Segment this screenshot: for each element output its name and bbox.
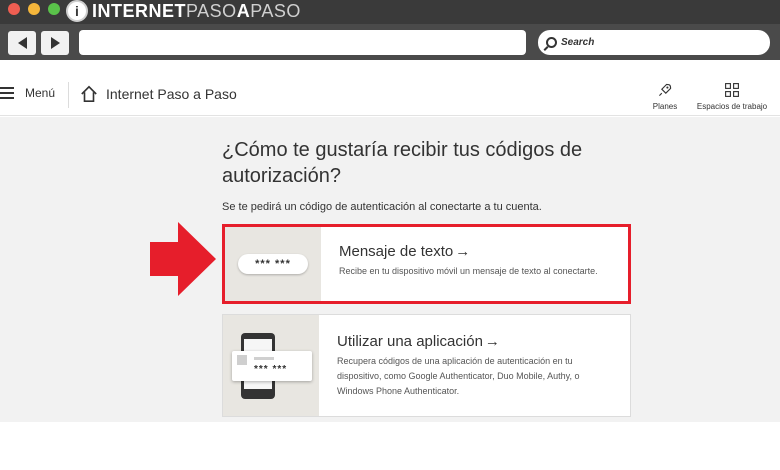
search-icon	[546, 37, 557, 48]
arrow-right-icon	[50, 37, 60, 49]
rocket-icon	[659, 83, 672, 96]
arrow-right-icon: →	[455, 243, 471, 260]
close-window-button[interactable]	[8, 3, 20, 15]
back-button[interactable]	[8, 31, 36, 55]
arrow-left-icon	[17, 37, 27, 49]
logo-text: INTERNETPASOAPASO	[92, 0, 301, 21]
option-body: Utilizar una aplicación → Recupera código…	[337, 333, 618, 399]
app-header: Menú Internet Paso a Paso Planes Espacio…	[0, 60, 780, 116]
option-text-message[interactable]: *** *** Mensaje de texto → Recibe en tu d…	[222, 224, 631, 304]
logo-icon: i	[66, 0, 88, 22]
sms-illustration: *** ***	[225, 227, 321, 301]
watermark-logo: i INTERNETPASOAPASO	[66, 0, 301, 22]
menu-button[interactable]: Menú	[0, 86, 55, 100]
red-pointer-arrow-icon	[150, 222, 216, 296]
option-title: Mensaje de texto →	[339, 243, 471, 260]
maximize-window-button[interactable]	[48, 3, 60, 15]
page-bottom	[0, 422, 780, 470]
home-link[interactable]: Internet Paso a Paso	[80, 85, 237, 103]
option-authenticator-app[interactable]: *** *** Utilizar una aplicación → Recuper…	[222, 314, 631, 417]
code-card-text: *** ***	[254, 364, 288, 375]
address-bar[interactable]	[79, 30, 526, 55]
browser-search-input[interactable]: Search	[538, 30, 770, 55]
hamburger-icon	[0, 87, 14, 99]
option-description: Recibe en tu dispositivo móvil un mensaj…	[339, 266, 598, 276]
arrow-right-icon: →	[484, 333, 500, 350]
code-bubble: *** ***	[238, 254, 308, 274]
grid-icon	[725, 83, 739, 97]
page-subtitle: Se te pedirá un código de autenticación …	[222, 201, 542, 213]
site-name: Internet Paso a Paso	[106, 86, 237, 102]
menu-label: Menú	[25, 86, 56, 100]
code-card: *** ***	[232, 351, 312, 381]
page-title: ¿Cómo te gustaría recibir tus códigos de…	[222, 139, 583, 187]
option-body: Mensaje de texto → Recibe en tu dispositi…	[339, 243, 616, 279]
app-illustration: *** ***	[223, 315, 319, 416]
workspaces-label: Espacios de trabajo	[696, 102, 768, 111]
option-description: Recupera códigos de una aplicación de au…	[337, 356, 580, 396]
search-placeholder: Search	[561, 37, 595, 48]
workspaces-button[interactable]: Espacios de trabajo	[694, 82, 770, 111]
forward-button[interactable]	[41, 31, 69, 55]
main-content: ¿Cómo te gustaría recibir tus códigos de…	[0, 117, 780, 422]
plans-label: Planes	[652, 102, 678, 111]
minimize-window-button[interactable]	[28, 3, 40, 15]
plans-button[interactable]: Planes	[650, 82, 680, 111]
option-title: Utilizar una aplicación →	[337, 333, 500, 350]
browser-toolbar: Search	[0, 24, 780, 60]
home-icon	[81, 85, 97, 103]
browser-titlebar: i INTERNETPASOAPASO	[0, 0, 780, 24]
header-divider	[68, 82, 69, 108]
